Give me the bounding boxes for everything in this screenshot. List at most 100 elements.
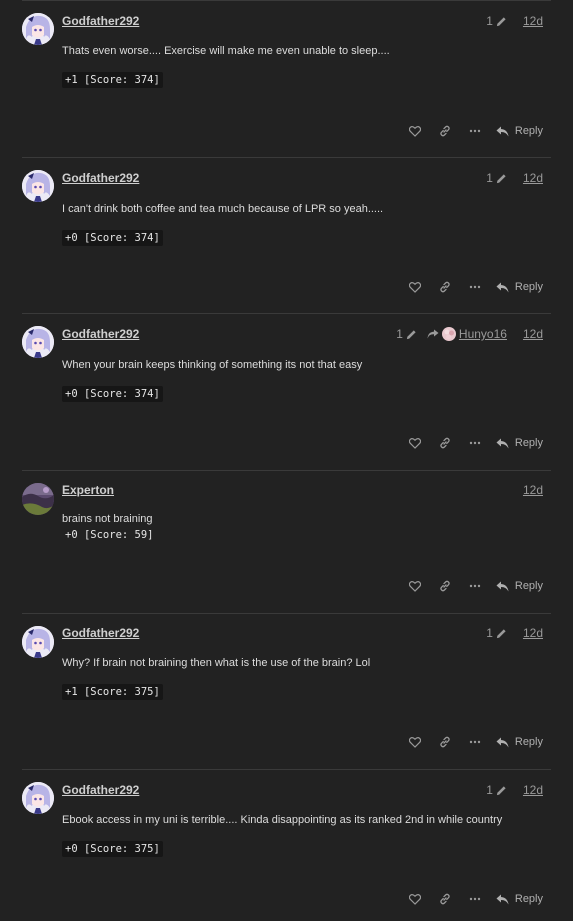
reply-to-username: Hunyo16 (458, 327, 507, 341)
heart-icon (408, 281, 421, 293)
link-icon (440, 893, 450, 905)
avatar[interactable] (22, 170, 54, 202)
reply-label: Reply (514, 893, 543, 905)
post-body: When your brain keeps thinking of someth… (62, 359, 363, 371)
username[interactable]: Godfather292 (62, 626, 139, 640)
edit-history[interactable]: 1 (486, 626, 507, 640)
username[interactable]: Godfather292 (62, 327, 139, 341)
edit-count: 1 (396, 327, 403, 341)
link-icon (440, 281, 450, 293)
post-meta: 1 12d (486, 171, 543, 185)
post-actions: Reply (400, 435, 543, 451)
post-date[interactable]: 12d (523, 626, 543, 640)
reply-button[interactable]: Reply (496, 893, 543, 905)
post-meta: 1 12d (486, 14, 543, 28)
username[interactable]: Godfather292 (62, 171, 139, 185)
edit-history[interactable]: 1 (486, 171, 507, 185)
username[interactable]: Godfather292 (62, 14, 139, 28)
link-icon (440, 580, 450, 592)
anime-avatar-icon (22, 326, 54, 358)
edit-history[interactable]: 1 (486, 14, 507, 28)
copy-link-button[interactable] (430, 891, 460, 907)
like-button[interactable] (400, 435, 430, 451)
more-options-button[interactable] (460, 279, 490, 295)
divider (22, 157, 551, 158)
like-button[interactable] (400, 123, 430, 139)
anime-avatar-icon (22, 170, 54, 202)
post-actions: Reply (400, 734, 543, 750)
post-date[interactable]: 12d (523, 171, 543, 185)
reply-label: Reply (514, 736, 543, 748)
landscape-avatar-icon (22, 483, 54, 515)
divider (22, 470, 551, 471)
reply-button[interactable]: Reply (496, 580, 543, 592)
post-date[interactable]: 12d (523, 483, 543, 497)
more-options-button[interactable] (460, 734, 490, 750)
edit-history[interactable]: 1 (486, 783, 507, 797)
more-options-button[interactable] (460, 123, 490, 139)
copy-link-button[interactable] (430, 279, 460, 295)
edit-count: 1 (486, 171, 493, 185)
reply-button[interactable]: Reply (496, 437, 543, 449)
post-date[interactable]: 12d (523, 14, 543, 28)
ellipsis-icon (469, 441, 481, 445)
avatar[interactable] (22, 782, 54, 814)
reply-label: Reply (514, 437, 543, 449)
code-snippet: +1 [Score: 374] (62, 72, 163, 88)
reply-arrow-icon (496, 126, 509, 136)
post-meta: 1 Hunyo16 12d (396, 327, 543, 341)
username[interactable]: Godfather292 (62, 783, 139, 797)
like-button[interactable] (400, 734, 430, 750)
post-meta: 12d (513, 483, 543, 497)
post-date[interactable]: 12d (523, 783, 543, 797)
copy-link-button[interactable] (430, 734, 460, 750)
post-meta: 1 12d (486, 783, 543, 797)
avatar[interactable] (22, 483, 54, 515)
reply-arrow-icon (496, 438, 509, 448)
link-icon (440, 736, 450, 748)
edit-count: 1 (486, 14, 493, 28)
post-actions: Reply (400, 891, 543, 907)
like-button[interactable] (400, 578, 430, 594)
copy-link-button[interactable] (430, 123, 460, 139)
heart-icon (408, 580, 421, 592)
divider (22, 613, 551, 614)
edit-history[interactable]: 1 (396, 327, 417, 341)
more-options-button[interactable] (460, 435, 490, 451)
post-body: brains not braining (62, 513, 153, 525)
ellipsis-icon (469, 584, 481, 588)
reply-label: Reply (514, 125, 543, 137)
avatar[interactable] (22, 626, 54, 658)
avatar[interactable] (22, 326, 54, 358)
heart-icon (408, 736, 421, 748)
ellipsis-icon (469, 740, 481, 744)
reply-arrow-icon (496, 737, 509, 747)
more-options-button[interactable] (460, 578, 490, 594)
divider (22, 769, 551, 770)
reply-button[interactable]: Reply (496, 281, 543, 293)
more-options-button[interactable] (460, 891, 490, 907)
post-date[interactable]: 12d (523, 327, 543, 341)
code-snippet: +0 [Score: 374] (62, 386, 163, 402)
like-button[interactable] (400, 279, 430, 295)
heart-icon (408, 125, 421, 137)
reply-button[interactable]: Reply (496, 736, 543, 748)
link-icon (440, 125, 450, 137)
heart-icon (408, 893, 421, 905)
post-body: I can't drink both coffee and tea much b… (62, 203, 384, 215)
pencil-icon (496, 16, 506, 26)
anime-avatar-icon (22, 13, 54, 45)
username[interactable]: Experton (62, 483, 114, 497)
post-body: Thats even worse.... Exercise will make … (62, 45, 390, 57)
reply-to-indicator[interactable]: Hunyo16 (427, 327, 507, 341)
anime-avatar-icon (22, 626, 54, 658)
like-button[interactable] (400, 891, 430, 907)
avatar[interactable] (22, 13, 54, 45)
link-icon (440, 437, 450, 449)
post-actions: Reply (400, 123, 543, 139)
copy-link-button[interactable] (430, 578, 460, 594)
reply-button[interactable]: Reply (496, 125, 543, 137)
copy-link-button[interactable] (430, 435, 460, 451)
ellipsis-icon (469, 129, 481, 133)
reply-label: Reply (514, 580, 543, 592)
